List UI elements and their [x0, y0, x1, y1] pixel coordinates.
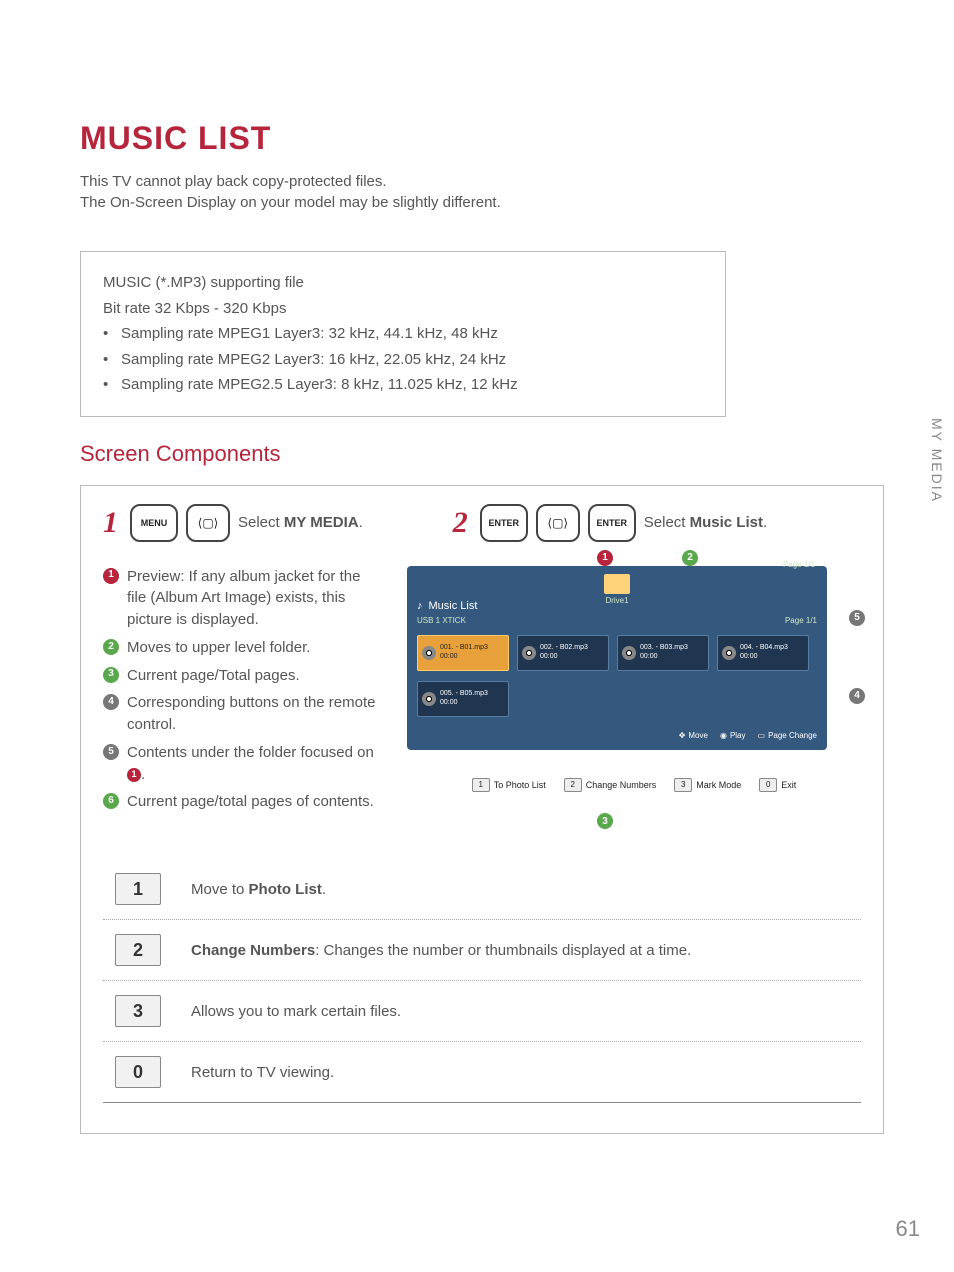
enter-key-icon: ENTER: [588, 504, 636, 542]
osd-track: 003. - B03.mp300:00: [617, 635, 709, 671]
navpad-icon: ⟨▢⟩: [186, 504, 230, 542]
key-row: 0 Return to TV viewing.: [103, 1042, 861, 1103]
step-text: Select Music List.: [644, 514, 767, 531]
inline-ref-icon: 1: [127, 768, 141, 782]
menu-key-icon: MENU: [130, 504, 178, 542]
keycap-icon: 1: [115, 873, 161, 905]
osd-preview: 1 2 4 5 Page 1/1 Drive1 ♪ Music List USB…: [407, 566, 861, 820]
intro-line: This TV cannot play back copy-protected …: [80, 173, 884, 190]
legend-item: Moves to upper level folder.: [127, 637, 310, 659]
page-number: 61: [896, 1216, 920, 1242]
step-text: Select MY MEDIA.: [238, 514, 363, 531]
spec-box: MUSIC (*.MP3) supporting file Bit rate 3…: [80, 251, 726, 417]
key-table: 1 Move to Photo List. 2 Change Numbers: …: [103, 859, 861, 1103]
disc-icon: [522, 646, 536, 660]
osd-page-top: Page 1/1: [783, 560, 815, 569]
osd-sub: USB 1 XTICK: [417, 616, 466, 625]
key-row: 3 Allows you to mark certain files.: [103, 981, 861, 1042]
spec-bullet: Sampling rate MPEG2.5 Layer3: 8 kHz, 11.…: [121, 372, 518, 398]
keynum-icon: 3: [674, 778, 692, 792]
osd-footbar: ✥ Move ◉ Play ▭ Page Change: [417, 731, 817, 740]
legend-item: Contents under the folder focused on 1.: [127, 742, 383, 786]
navpad-icon: ⟨▢⟩: [536, 504, 580, 542]
callout-marker: 4: [849, 688, 865, 704]
step-number: 1: [103, 506, 118, 540]
osd-track: 001. - B01.mp300:00: [417, 635, 509, 671]
side-tab: MY MEDIA: [920, 400, 954, 520]
osd-page-right: Page 1/1: [785, 616, 817, 625]
key-row: 1 Move to Photo List.: [103, 859, 861, 920]
osd-track: 004. - B04.mp300:00: [717, 635, 809, 671]
spec-line: MUSIC (*.MP3) supporting file: [103, 270, 703, 296]
disc-icon: [722, 646, 736, 660]
keycap-icon: 3: [115, 995, 161, 1027]
callout-marker: 3: [597, 813, 613, 829]
keycap-icon: 2: [115, 934, 161, 966]
disc-icon: [622, 646, 636, 660]
page-title: MUSIC LIST: [80, 120, 884, 157]
intro-line: The On-Screen Display on your model may …: [80, 194, 884, 211]
osd-drive: Drive1: [605, 596, 628, 605]
section-heading: Screen Components: [80, 441, 884, 467]
osd-track: 002. - B02.mp300:00: [517, 635, 609, 671]
keynum-icon: 0: [759, 778, 777, 792]
main-box: 1 MENU ⟨▢⟩ Select MY MEDIA. 2 ENTER ⟨▢⟩ …: [80, 485, 884, 1135]
spec-bullet: Sampling rate MPEG2 Layer3: 16 kHz, 22.0…: [121, 347, 506, 373]
spec-line: Bit rate 32 Kbps - 320 Kbps: [103, 296, 703, 322]
legend-item: Current page/Total pages.: [127, 665, 300, 687]
step-number: 2: [453, 506, 468, 540]
disc-icon: [422, 692, 436, 706]
spec-bullet: Sampling rate MPEG1 Layer3: 32 kHz, 44.1…: [121, 321, 498, 347]
enter-key-icon: ENTER: [480, 504, 528, 542]
callout-marker: 1: [597, 550, 613, 566]
folder-icon: [604, 574, 630, 594]
key-row: 2 Change Numbers: Changes the number or …: [103, 920, 861, 981]
legend-item: Current page/total pages of contents.: [127, 791, 374, 813]
osd-submenu: 1To Photo List 2Change Numbers 3Mark Mod…: [407, 778, 861, 792]
keynum-icon: 1: [472, 778, 490, 792]
disc-icon: [422, 646, 436, 660]
osd-track: 005. - B05.mp300:00: [417, 681, 509, 717]
keycap-icon: 0: [115, 1056, 161, 1088]
callout-marker: 2: [682, 550, 698, 566]
callout-marker: 5: [849, 610, 865, 626]
legend-item: Preview: If any album jacket for the fil…: [127, 566, 383, 631]
legend-list: 1 Preview: If any album jacket for the fi…: [103, 566, 383, 820]
step-1: 1 MENU ⟨▢⟩ Select MY MEDIA.: [103, 504, 363, 542]
keynum-icon: 2: [564, 778, 582, 792]
legend-item: Corresponding buttons on the remote cont…: [127, 692, 383, 736]
step-2: 2 ENTER ⟨▢⟩ ENTER Select Music List.: [453, 504, 767, 542]
